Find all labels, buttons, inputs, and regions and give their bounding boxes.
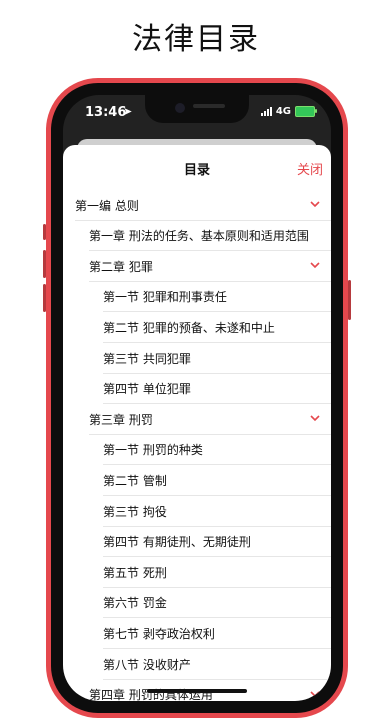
toc-item[interactable]: 第一编 总则 xyxy=(63,190,331,220)
phone-bezel: 13:46 ➤ 4G 目录 关闭 第一编 总则 第一章 刑法的任务、基本原则和适… xyxy=(51,83,343,713)
toc-item[interactable]: 第一节 刑罚的种类 xyxy=(63,435,331,465)
toc-item[interactable]: 第八节 没收财产 xyxy=(63,649,331,679)
toc-item[interactable]: 第二章 犯罪 xyxy=(63,251,331,281)
network-type: 4G xyxy=(275,106,291,117)
toc-item-label: 第四节 单位犯罪 xyxy=(103,382,191,397)
chevron-down-icon[interactable] xyxy=(309,198,321,210)
close-button[interactable]: 关闭 xyxy=(297,159,323,178)
front-camera xyxy=(175,103,185,113)
toc-item[interactable]: 第二节 犯罪的预备、未遂和中止 xyxy=(63,312,331,342)
status-time: 13:46 xyxy=(85,105,127,120)
phone-notch xyxy=(145,95,249,123)
toc-item[interactable]: 第六节 罚金 xyxy=(63,588,331,618)
chevron-down-icon[interactable] xyxy=(309,412,321,424)
toc-item[interactable]: 第三节 拘役 xyxy=(63,496,331,526)
toc-item-label: 第三节 共同犯罪 xyxy=(103,351,191,366)
toc-item-label: 第一编 总则 xyxy=(75,198,139,213)
toc-item[interactable]: 第五节 死刑 xyxy=(63,557,331,587)
phone-volume-up-button xyxy=(43,250,46,278)
toc-item-label: 第二节 管制 xyxy=(103,473,167,488)
phone-side-button xyxy=(43,224,46,240)
toc-item-label: 第七节 剥夺政治权利 xyxy=(103,626,215,641)
earpiece-speaker xyxy=(193,104,225,108)
chevron-down-icon[interactable] xyxy=(309,688,321,700)
toc-item[interactable]: 第四节 有期徒刑、无期徒刑 xyxy=(63,527,331,557)
toc-item[interactable]: 第三章 刑罚 xyxy=(63,404,331,434)
phone-screen: 13:46 ➤ 4G 目录 关闭 第一编 总则 第一章 刑法的任务、基本原则和适… xyxy=(63,95,331,701)
phone-power-button xyxy=(348,280,351,320)
toc-item[interactable]: 第七节 剥夺政治权利 xyxy=(63,618,331,648)
toc-item[interactable]: 第一节 犯罪和刑事责任 xyxy=(63,282,331,312)
toc-item-label: 第六节 罚金 xyxy=(103,596,167,611)
toc-sheet: 目录 关闭 第一编 总则第一章 刑法的任务、基本原则和适用范围 第二章 犯罪第一节… xyxy=(63,145,331,701)
toc-item-label: 第一节 刑罚的种类 xyxy=(103,443,203,458)
toc-item-label: 第八节 没收财产 xyxy=(103,657,191,672)
toc-item-label: 第一节 犯罪和刑事责任 xyxy=(103,290,227,305)
toc-item-label: 第一章 刑法的任务、基本原则和适用范围 xyxy=(89,229,309,244)
battery-icon xyxy=(295,106,317,117)
signal-bars-icon xyxy=(260,107,272,116)
toc-item-label: 第五节 死刑 xyxy=(103,565,167,580)
toc-item-label: 第三节 拘役 xyxy=(103,504,167,519)
toc-item[interactable]: 第二节 管制 xyxy=(63,465,331,495)
location-arrow-icon: ➤ xyxy=(123,105,133,118)
toc-item-label: 第四节 有期徒刑、无期徒刑 xyxy=(103,535,251,550)
toc-item[interactable]: 第一章 刑法的任务、基本原则和适用范围 xyxy=(63,221,331,251)
phone-frame: 13:46 ➤ 4G 目录 关闭 第一编 总则 第一章 刑法的任务、基本原则和适… xyxy=(43,78,351,718)
phone-volume-down-button xyxy=(43,284,46,312)
toc-item-label: 第二章 犯罪 xyxy=(89,259,153,274)
status-indicators: 4G xyxy=(260,106,317,117)
toc-item-label: 第三章 刑罚 xyxy=(89,412,153,427)
promo-title: 法律目录 xyxy=(132,22,260,57)
toc-item[interactable]: 第三节 共同犯罪 xyxy=(63,343,331,373)
home-indicator[interactable] xyxy=(147,689,247,693)
sheet-header: 目录 关闭 xyxy=(63,145,331,189)
toc-item-label: 第二节 犯罪的预备、未遂和中止 xyxy=(103,320,275,335)
toc-item[interactable]: 第四节 单位犯罪 xyxy=(63,374,331,404)
chevron-down-icon[interactable] xyxy=(309,259,321,271)
sheet-title: 目录 xyxy=(183,163,210,178)
